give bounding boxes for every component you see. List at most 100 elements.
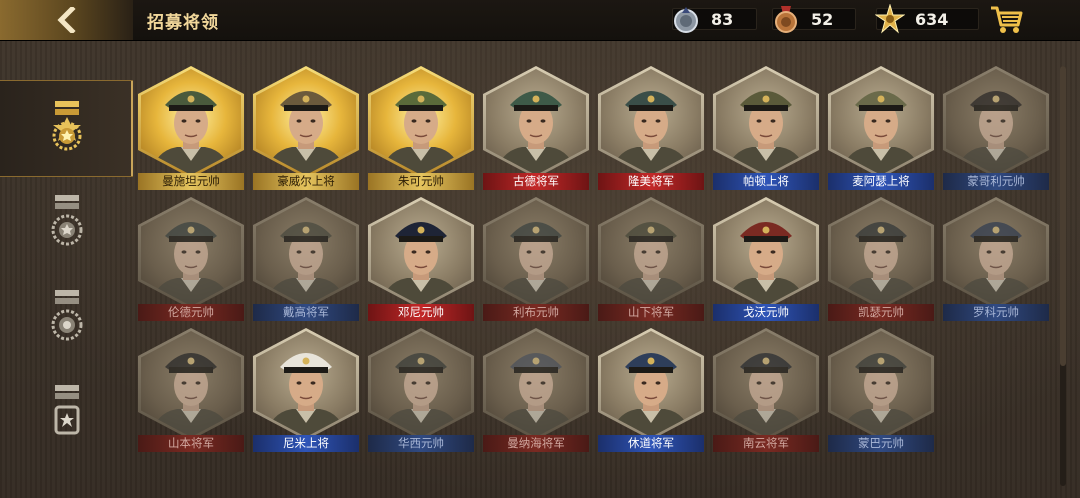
general-portrait — [956, 222, 1036, 306]
general-name: 麦阿瑟上将 — [852, 174, 910, 188]
portrait-frame — [138, 197, 244, 309]
general-name: 南云将军 — [743, 436, 789, 450]
general-name-tag: 罗科元帅 — [943, 304, 1049, 321]
portrait-frame — [253, 328, 359, 440]
general-card[interactable]: 山下将军 — [598, 197, 704, 323]
general-name-tag: 曼纳海将军 — [483, 435, 589, 452]
gold-star-count: 634 — [915, 10, 949, 29]
portrait-frame — [138, 66, 244, 178]
general-card[interactable]: 南云将军 — [713, 328, 819, 454]
general-name-tag: 伦德元帅 — [138, 304, 244, 321]
general-card[interactable]: 曼施坦元帅 — [138, 66, 244, 192]
general-card[interactable]: 尼米上将 — [253, 328, 359, 454]
portrait-frame — [253, 197, 359, 309]
gold-rank-medal-icon — [52, 101, 82, 151]
portrait-frame — [598, 66, 704, 178]
general-portrait — [151, 353, 231, 437]
general-card[interactable]: 山本将军 — [138, 328, 244, 454]
rank-tab-silver-2[interactable] — [0, 270, 133, 365]
general-name: 山本将军 — [168, 436, 214, 450]
general-card[interactable]: 华西元帅 — [368, 328, 474, 454]
general-name-tag: 尼米上将 — [253, 435, 359, 452]
general-card[interactable]: 曼纳海将军 — [483, 328, 589, 454]
general-name: 曼纳海将军 — [507, 436, 565, 450]
general-card[interactable]: 戴高将军 — [253, 197, 359, 323]
general-name-tag: 华西元帅 — [368, 435, 474, 452]
general-name-tag: 邓尼元帅 — [368, 304, 474, 321]
portrait-frame — [483, 197, 589, 309]
general-card[interactable]: 伦德元帅 — [138, 197, 244, 323]
general-card[interactable]: 凯瑟元帅 — [828, 197, 934, 323]
general-name-tag: 凯瑟元帅 — [828, 304, 934, 321]
portrait-background — [601, 69, 701, 175]
general-card[interactable]: 休道将军 — [598, 328, 704, 454]
general-portrait — [841, 353, 921, 437]
general-name: 曼施坦元帅 — [162, 174, 220, 188]
general-portrait — [266, 353, 346, 437]
general-portrait — [726, 222, 806, 306]
general-card[interactable]: 罗科元帅 — [943, 197, 1049, 323]
back-button[interactable] — [0, 0, 133, 40]
general-card[interactable]: 戈沃元帅 — [713, 197, 819, 323]
general-name-tag: 蒙巴元帅 — [828, 435, 934, 452]
portrait-background — [831, 331, 931, 437]
general-portrait — [496, 353, 576, 437]
general-card[interactable]: 古德将军 — [483, 66, 589, 192]
general-portrait — [381, 222, 461, 306]
portrait-background — [601, 200, 701, 306]
general-card[interactable]: 利布元帅 — [483, 197, 589, 323]
general-card[interactable]: 蒙哥利元帅 — [943, 66, 1049, 192]
portrait-background — [371, 331, 471, 437]
general-name-tag: 戈沃元帅 — [713, 304, 819, 321]
silver-medal-counter: 83 — [672, 7, 757, 33]
cart-icon[interactable] — [989, 3, 1023, 35]
general-name-tag: 朱可元帅 — [368, 173, 474, 190]
general-card[interactable]: 帕顿上将 — [713, 66, 819, 192]
bronze-medal-counter: 52 — [772, 6, 856, 33]
portrait-background — [601, 331, 701, 437]
portrait-background — [256, 200, 356, 306]
general-name-tag: 利布元帅 — [483, 304, 589, 321]
portrait-frame — [253, 66, 359, 178]
portrait-background — [716, 200, 816, 306]
general-card[interactable]: 邓尼元帅 — [368, 197, 474, 323]
general-portrait — [726, 91, 806, 175]
general-portrait — [956, 91, 1036, 175]
general-name: 凯瑟元帅 — [858, 305, 904, 319]
portrait-frame — [713, 197, 819, 309]
chevron-left-icon — [57, 7, 76, 33]
general-name: 休道将军 — [628, 436, 674, 450]
general-portrait — [611, 91, 691, 175]
rank-tab-gold[interactable] — [0, 80, 133, 177]
general-name: 罗科元帅 — [973, 305, 1019, 319]
portrait-frame — [598, 197, 704, 309]
portrait-background — [256, 331, 356, 437]
portrait-background — [831, 200, 931, 306]
bronze-medal-count: 52 — [811, 10, 834, 29]
general-name: 伦德元帅 — [168, 305, 214, 319]
general-name-tag: 古德将军 — [483, 173, 589, 190]
general-name: 华西元帅 — [398, 436, 444, 450]
portrait-background — [486, 331, 586, 437]
general-card[interactable]: 蒙巴元帅 — [828, 328, 934, 454]
rank-tab-bronze[interactable] — [0, 365, 133, 460]
portrait-background — [946, 69, 1046, 175]
general-portrait — [266, 91, 346, 175]
general-card[interactable]: 朱可元帅 — [368, 66, 474, 192]
general-card[interactable]: 隆美将军 — [598, 66, 704, 192]
scrollbar-track[interactable] — [1060, 66, 1066, 486]
portrait-frame — [598, 328, 704, 440]
rank-tab-silver-1[interactable] — [0, 175, 133, 270]
general-card[interactable]: 豪威尔上将 — [253, 66, 359, 192]
general-portrait — [266, 222, 346, 306]
portrait-frame — [368, 328, 474, 440]
portrait-frame — [828, 328, 934, 440]
silver-rank-medal-icon — [51, 195, 83, 246]
general-card[interactable]: 麦阿瑟上将 — [828, 66, 934, 192]
general-portrait — [496, 222, 576, 306]
general-name: 山下将军 — [628, 305, 674, 319]
general-name: 利布元帅 — [513, 305, 559, 319]
top-bar: 招募将领 83 52 634 — [0, 0, 1080, 41]
portrait-background — [716, 69, 816, 175]
scrollbar-thumb[interactable] — [1060, 66, 1066, 366]
